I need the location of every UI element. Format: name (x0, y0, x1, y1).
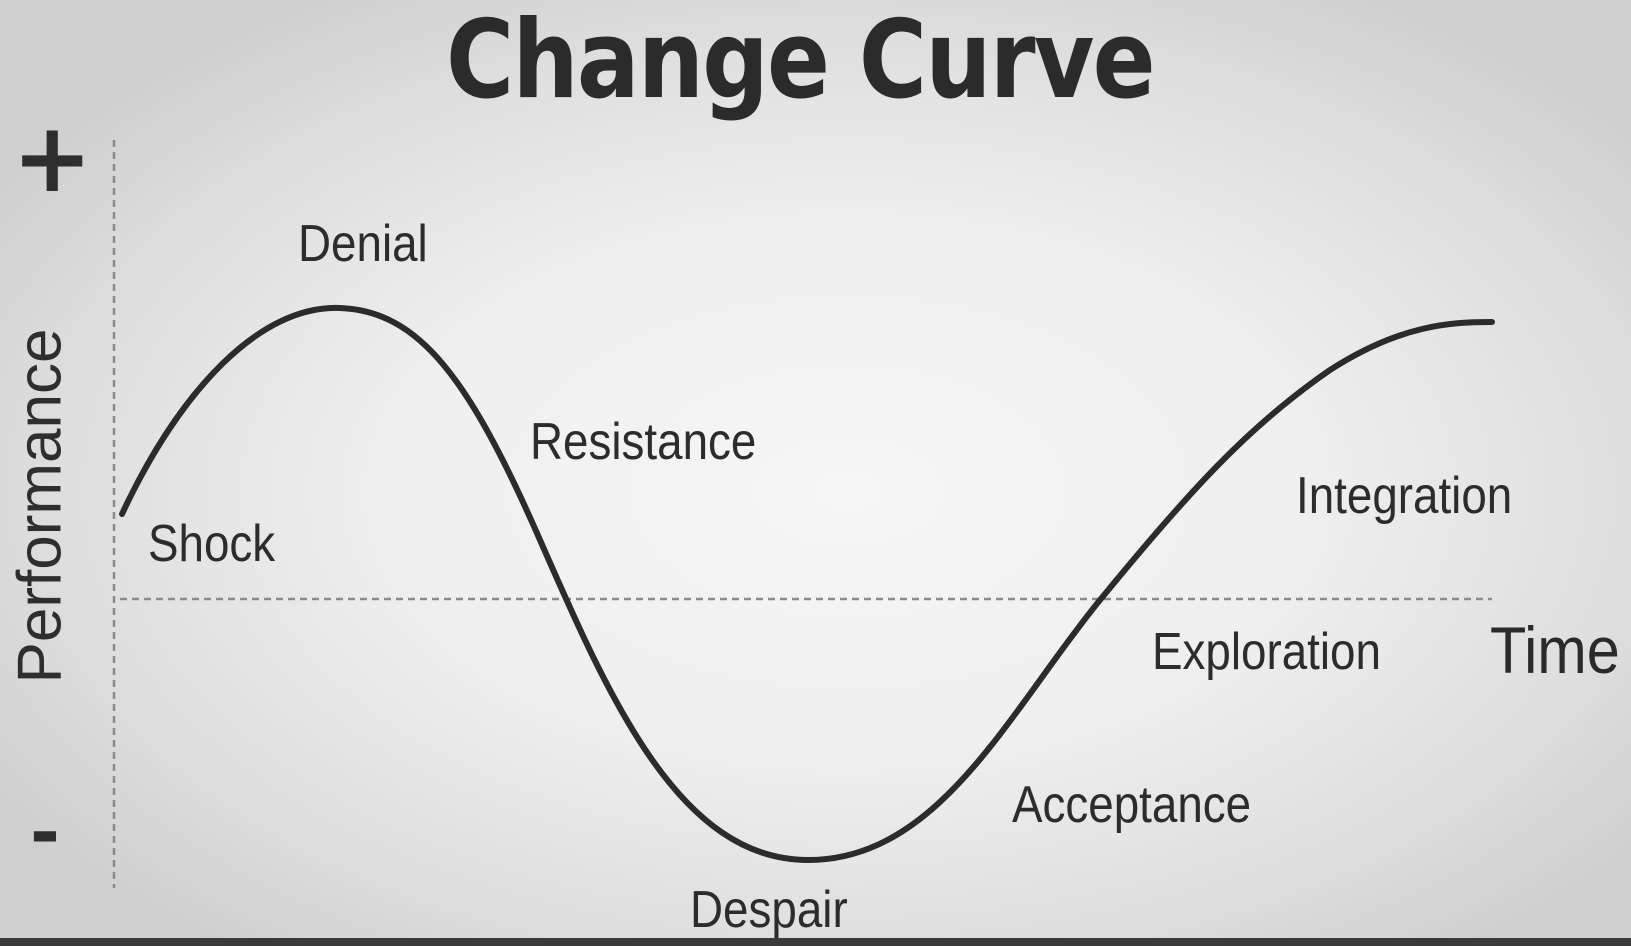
change-curve-line (119, 304, 1495, 864)
stage-label-denial: Denial (298, 215, 428, 273)
performance-plus-sign: + (12, 102, 93, 214)
performance-minus-sign: - (30, 790, 60, 874)
stage-label-resistance: Resistance (530, 413, 757, 471)
x-axis-label: Time (1490, 613, 1620, 687)
stage-label-exploration: Exploration (1152, 623, 1381, 681)
stage-label-despair: Despair (690, 881, 848, 939)
bottom-edge-bar (0, 938, 1631, 946)
stage-label-shock: Shock (148, 515, 276, 573)
stage-label-acceptance: Acceptance (1012, 776, 1252, 834)
stage-label-integration: Integration (1296, 467, 1513, 525)
y-axis-label: Performance (5, 328, 75, 684)
